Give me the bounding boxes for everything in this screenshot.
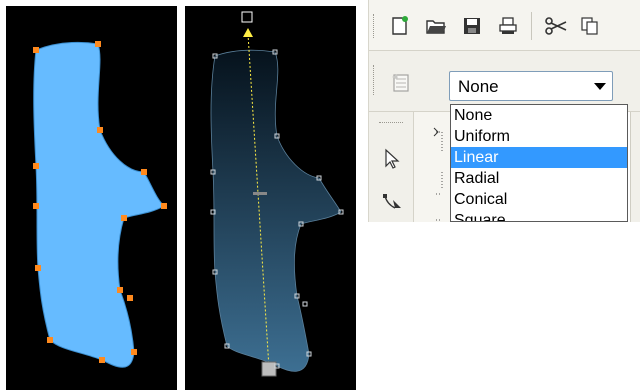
- shape-node[interactable]: [302, 301, 308, 307]
- shape-tool-icon: [383, 194, 401, 209]
- cut-icon: [545, 17, 567, 35]
- toolbox: [369, 112, 414, 222]
- fill-type-select-value: None: [458, 77, 499, 96]
- property-bar-grip[interactable]: [373, 65, 377, 95]
- fill-type-icon: [392, 74, 409, 92]
- shape-node[interactable]: [117, 287, 123, 293]
- right-shape-canvas: [210, 11, 344, 377]
- fill-type-button[interactable]: [387, 69, 415, 97]
- fill-type-select[interactable]: None: [449, 71, 613, 101]
- drawing-app-window: None None Uniform Linear Radial Conical …: [368, 0, 640, 222]
- fill-type-dropdown-list: None Uniform Linear Radial Conical Squar…: [450, 104, 628, 222]
- shape-node[interactable]: [95, 41, 101, 47]
- shape-node[interactable]: [121, 215, 127, 221]
- save-button[interactable]: [457, 12, 487, 40]
- pick-tool-button[interactable]: [383, 148, 401, 175]
- shape-node[interactable]: [127, 295, 133, 301]
- toolbar-separator: [531, 12, 532, 40]
- shape-node[interactable]: [33, 47, 39, 53]
- property-bar: None: [369, 51, 640, 112]
- vertical-scrollbar[interactable]: [630, 112, 640, 222]
- chevron-down-icon[interactable]: [594, 83, 606, 90]
- fill-option-linear[interactable]: Linear: [451, 147, 627, 168]
- open-folder-icon: [426, 20, 446, 34]
- linear-gradient-shape[interactable]: [210, 49, 342, 372]
- fill-option-square[interactable]: Square: [451, 210, 627, 221]
- shape-node[interactable]: [35, 265, 41, 271]
- shape-node[interactable]: [161, 203, 167, 209]
- shape-node[interactable]: [99, 357, 105, 363]
- ruler-ticks: [433, 127, 443, 221]
- left-shape-canvas: [33, 41, 167, 368]
- left-shape-panel: [6, 6, 177, 390]
- gradient-direction-arrow[interactable]: [243, 28, 253, 37]
- copy-button[interactable]: [575, 12, 605, 40]
- cut-button[interactable]: [541, 12, 571, 40]
- gradient-midpoint-handle[interactable]: [253, 192, 267, 195]
- gradient-end-handle[interactable]: [261, 361, 277, 377]
- print-icon: [499, 17, 517, 34]
- new-document-icon: [392, 16, 408, 35]
- new-document-button[interactable]: [385, 12, 415, 40]
- shape-node[interactable]: [131, 349, 137, 355]
- toolbox-grip[interactable]: [379, 122, 403, 125]
- fill-option-radial[interactable]: Radial: [451, 168, 627, 189]
- shape-node[interactable]: [97, 127, 103, 133]
- save-icon: [464, 18, 480, 34]
- fill-option-conical[interactable]: Conical: [451, 189, 627, 210]
- fill-option-uniform[interactable]: Uniform: [451, 126, 627, 147]
- shape-tool-button[interactable]: [381, 190, 405, 219]
- copy-icon: [581, 17, 598, 35]
- fill-option-none[interactable]: None: [451, 105, 627, 126]
- gradient-start-handle[interactable]: [241, 11, 253, 23]
- shape-node[interactable]: [47, 337, 53, 343]
- shape-node[interactable]: [33, 163, 39, 169]
- shape-node[interactable]: [33, 203, 39, 209]
- right-shape-panel: [185, 6, 356, 390]
- standard-toolbar: [369, 0, 640, 51]
- vertical-ruler: [414, 112, 451, 222]
- uniform-filled-shape[interactable]: [33, 41, 165, 368]
- shape-node[interactable]: [141, 169, 147, 175]
- print-button[interactable]: [493, 12, 523, 40]
- toolbar-grip[interactable]: [373, 14, 377, 38]
- open-button[interactable]: [421, 12, 451, 40]
- pick-tool-icon: [385, 148, 400, 169]
